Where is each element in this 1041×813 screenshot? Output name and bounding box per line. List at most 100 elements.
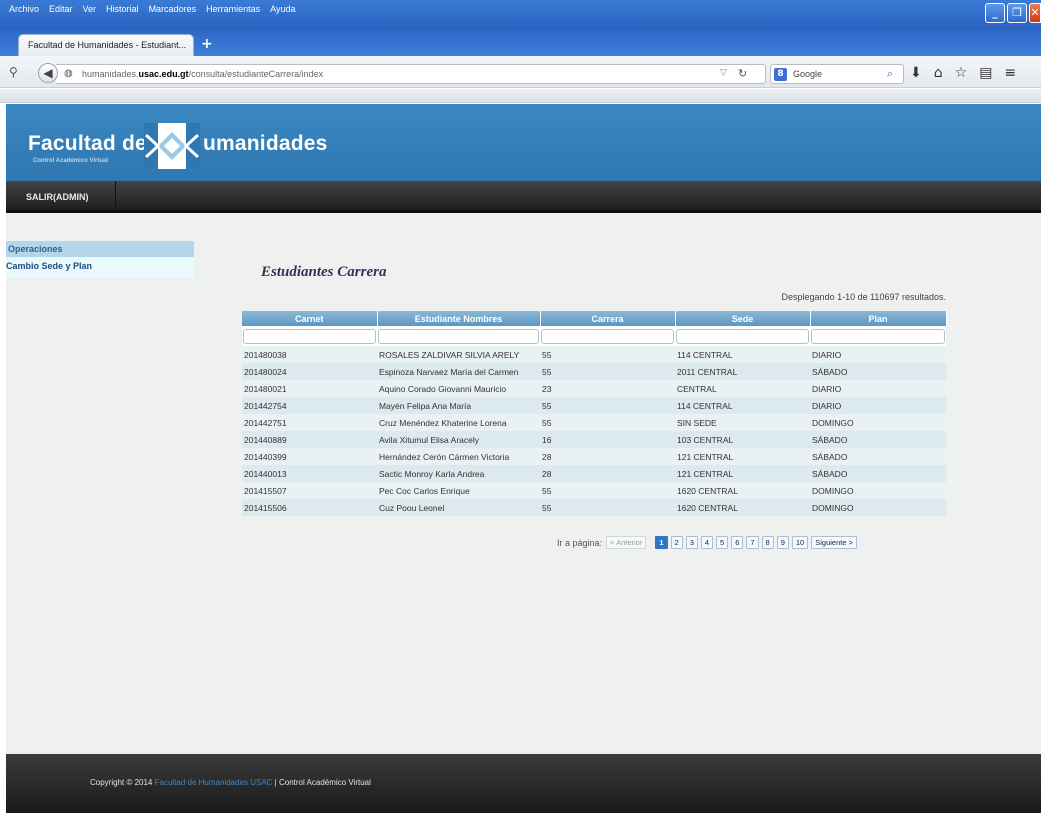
page-button-2[interactable]: 2 (670, 536, 683, 549)
cell-sede: 114 CENTRAL (675, 397, 810, 414)
cell-sede: 2011 CENTRAL (675, 363, 810, 380)
cell-plan: DOMINGO (810, 482, 946, 499)
students-table: Carnet Estudiante Nombres Carrera Sede P… (242, 311, 947, 516)
identity-icon[interactable]: ⚲ (9, 65, 18, 79)
table-row[interactable]: 201480024 Espinoza Narvaez María del Carm… (242, 363, 946, 380)
bookmarks-icon[interactable]: ▤ (979, 65, 992, 81)
footer-copyright: Copyright © 2014 Facultad de Humanidades… (90, 778, 371, 787)
page-button-8[interactable]: 8 (761, 536, 774, 549)
filter-carnet-input[interactable] (243, 328, 376, 344)
close-icon[interactable]: ✕ (1029, 3, 1041, 23)
table-row[interactable]: 201440889 Avila Xitumul Elisa Aracely 16 10… (242, 431, 946, 448)
browser-titlebar: Archivo Editar Ver Historial Marcadores … (0, 0, 1041, 30)
page-button-7[interactable]: 7 (746, 536, 759, 549)
results-summary: Desplegando 1-10 de 110697 resultados. (781, 292, 946, 302)
cell-sede: SIN SEDE (675, 414, 810, 431)
cell-plan: SÁBADO (810, 431, 946, 448)
back-button[interactable]: ◀ (38, 63, 58, 83)
menu-historial[interactable]: Historial (101, 4, 144, 20)
cell-carnet: 201440013 (242, 465, 377, 482)
bookmark-star-icon[interactable]: ☆ (955, 65, 968, 81)
cell-carrera: 55 (540, 363, 675, 380)
cell-nombres: Mayén Felipa Ana María (377, 397, 540, 414)
cell-plan: SÁBADO (810, 465, 946, 482)
column-header-carnet[interactable]: Carnet (242, 311, 378, 326)
column-header-carrera[interactable]: Carrera (540, 311, 676, 326)
table-header-row: Carnet Estudiante Nombres Carrera Sede P… (242, 311, 947, 326)
cell-plan: DOMINGO (810, 499, 946, 516)
table-row[interactable]: 201442754 Mayén Felipa Ana María 55 114 CEN… (242, 397, 946, 414)
table-row[interactable]: 201442751 Cruz Menéndez Khaterine Lorena 5… (242, 414, 946, 431)
search-input[interactable]: 8 Google ⌕ (770, 64, 904, 84)
sidebar-item-cambio-sede[interactable]: Cambio Sede y Plan (6, 257, 194, 278)
column-header-nombres[interactable]: Estudiante Nombres (377, 311, 541, 326)
page-button-6[interactable]: 6 (731, 536, 744, 549)
cell-carrera: 55 (540, 397, 675, 414)
prev-page-button[interactable]: < Anterior (606, 536, 647, 549)
browser-tab[interactable]: Facultad de Humanidades - Estudiant... (18, 34, 194, 56)
menu-icon[interactable]: ≡ (1004, 65, 1016, 81)
filter-sede-input[interactable] (676, 328, 809, 344)
table-row[interactable]: 201440399 Hernández Cerón Cármen Victoria… (242, 448, 946, 465)
main-nav: SALIR(ADMIN) (6, 181, 1041, 213)
window-controls: _ ❐ ✕ (985, 3, 1041, 23)
pager-label: Ir a página: (557, 537, 603, 548)
cell-sede: 121 CENTRAL (675, 448, 810, 465)
restore-icon[interactable]: ❐ (1007, 3, 1027, 23)
cell-carrera: 28 (540, 465, 675, 482)
search-icon[interactable]: ⌕ (887, 67, 893, 81)
cell-nombres: Hernández Cerón Cármen Victoria (377, 448, 540, 465)
logout-link[interactable]: SALIR(ADMIN) (6, 181, 116, 213)
cell-sede: 121 CENTRAL (675, 465, 810, 482)
table-row[interactable]: 201440013 Sactic Monroy Karla Andrea 28 121… (242, 465, 946, 482)
table-row[interactable]: 201415507 Pec Coc Carlos Enrique 55 1620 CE… (242, 482, 946, 499)
page-title: Estudiantes Carrera (261, 264, 387, 280)
minimize-icon[interactable]: _ (985, 3, 1005, 23)
table-row[interactable]: 201480021 Aquino Corado Giovanni Mauricio… (242, 380, 946, 397)
cell-plan: DIARIO (810, 346, 946, 363)
download-icon[interactable]: ⬇ (910, 65, 922, 81)
home-icon[interactable]: ⌂ (934, 65, 943, 81)
column-header-plan[interactable]: Plan (810, 311, 947, 326)
cell-carnet: 201442751 (242, 414, 377, 431)
page-button-4[interactable]: 4 (700, 536, 714, 549)
menu-editar[interactable]: Editar (44, 4, 78, 20)
page-button-9[interactable]: 9 (776, 536, 789, 549)
cell-carnet: 201440889 (242, 431, 377, 448)
cell-carrera: 55 (540, 414, 675, 431)
history-dropdown-icon[interactable]: ▽ (720, 68, 727, 78)
menu-archivo[interactable]: Archivo (4, 4, 44, 20)
logo-subtitle: Control Académico Virtual (33, 158, 109, 164)
page-button-5[interactable]: 5 (716, 536, 729, 549)
url-text: humanidades.usac.edu.gt/consulta/estudia… (82, 69, 324, 79)
cell-plan: DIARIO (810, 397, 946, 414)
cell-carrera: 55 (540, 499, 675, 516)
footer-faculty-link[interactable]: Facultad de Humanidades USAC (155, 778, 273, 787)
menu-marcadores[interactable]: Marcadores (144, 4, 202, 20)
site-footer: Copyright © 2014 Facultad de Humanidades… (6, 754, 1041, 813)
url-bar[interactable]: ◍ humanidades.usac.edu.gt/consulta/estud… (56, 64, 766, 84)
filter-plan-input[interactable] (811, 328, 945, 344)
cell-carrera: 55 (540, 346, 675, 363)
menu-herramientas[interactable]: Herramientas (201, 4, 265, 20)
table-row[interactable]: 201480038 ROSALES ZALDIVAR SILVIA ARELY 55… (242, 346, 946, 363)
navigation-toolbar: ⚲ ◍ humanidades.usac.edu.gt/consulta/est… (0, 56, 1041, 88)
page-button-10[interactable]: 10 (791, 536, 809, 549)
filter-nombres-input[interactable] (378, 328, 539, 344)
page-number-list: 1 2 3 4 5 6 7 8 9 10 (655, 536, 809, 549)
menu-ayuda[interactable]: Ayuda (265, 4, 300, 20)
cell-nombres: Espinoza Narvaez María del Carmen (377, 363, 540, 380)
sidebar-heading: Operaciones (6, 241, 194, 257)
page-button-3[interactable]: 3 (685, 536, 698, 549)
column-header-sede[interactable]: Sede (675, 311, 811, 326)
tab-strip: Facultad de Humanidades - Estudiant... + (0, 30, 1041, 56)
page-button-1[interactable]: 1 (655, 536, 668, 549)
table-row[interactable]: 201415506 Cuz Poou Leonel 55 1620 CENTRAL DO… (242, 499, 946, 516)
next-page-button[interactable]: Siguiente > (811, 536, 857, 549)
new-tab-icon[interactable]: + (201, 36, 213, 52)
globe-icon: ◍ (64, 68, 73, 79)
reload-icon[interactable]: ↻ (738, 67, 747, 80)
filter-carrera-input[interactable] (541, 328, 674, 344)
menu-ver[interactable]: Ver (78, 4, 102, 20)
addon-bar (0, 89, 1041, 103)
